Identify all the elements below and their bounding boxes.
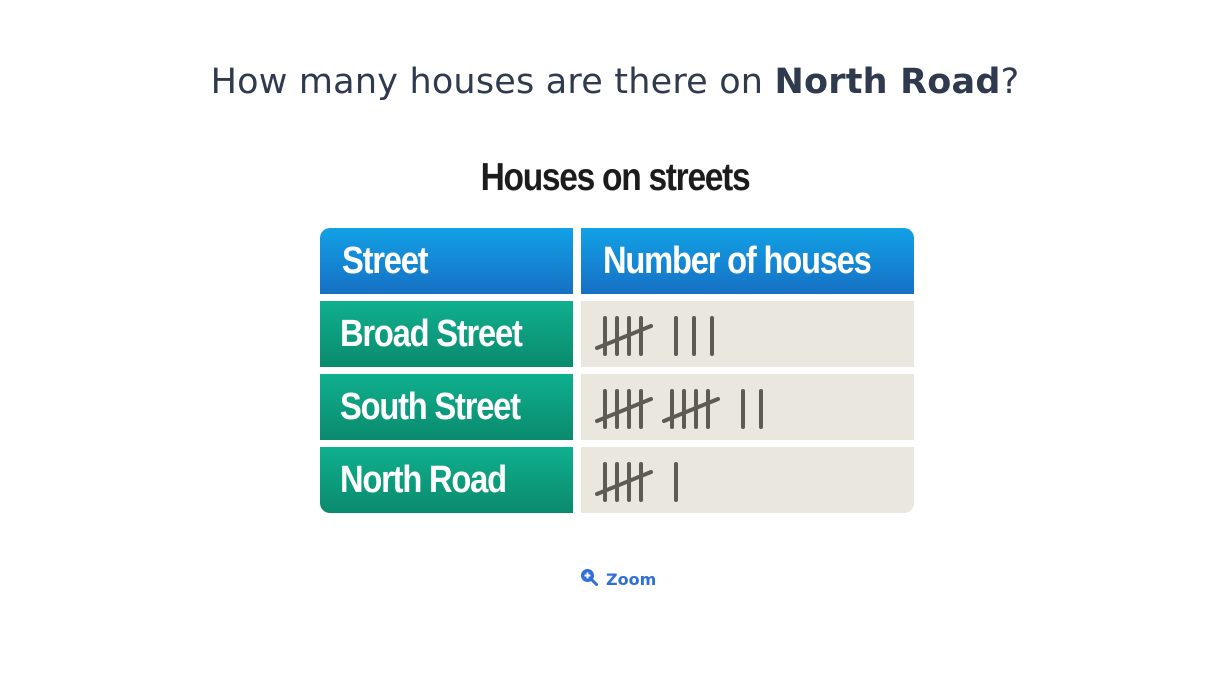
table-row: Broad Street: [320, 301, 914, 367]
question-suffix: ?: [1000, 62, 1020, 102]
tally-marks: [595, 462, 678, 502]
table-row: South Street: [320, 374, 914, 440]
tally-cell: [581, 374, 914, 440]
street-cell: North Road: [320, 447, 573, 513]
question-prefix: How many houses are there on: [210, 62, 775, 102]
street-name: Broad Street: [340, 312, 523, 355]
zoom-button[interactable]: Zoom: [580, 568, 656, 590]
street-name: South Street: [340, 385, 521, 428]
table-row: North Road: [320, 447, 914, 513]
zoom-label: Zoom: [606, 569, 657, 589]
tally-cell: [581, 301, 914, 367]
header-street-label: Street: [342, 239, 429, 282]
street-cell: Broad Street: [320, 301, 573, 367]
tally-table: Street Number of houses Broad Street Sou…: [320, 228, 914, 520]
question-highlight: North Road: [774, 62, 1001, 102]
street-name: North Road: [340, 458, 507, 501]
header-count-label: Number of houses: [603, 239, 872, 282]
question-text: How many houses are there on North Road?: [0, 62, 1230, 102]
tally-marks: [595, 389, 763, 429]
tally-cell: [581, 447, 914, 513]
header-street: Street: [320, 228, 573, 294]
chart-title: Houses on streets: [480, 156, 751, 199]
zoom-in-icon: [580, 568, 598, 590]
table-header-row: Street Number of houses: [320, 228, 914, 294]
header-count: Number of houses: [581, 228, 914, 294]
tally-marks: [595, 316, 714, 356]
street-cell: South Street: [320, 374, 573, 440]
